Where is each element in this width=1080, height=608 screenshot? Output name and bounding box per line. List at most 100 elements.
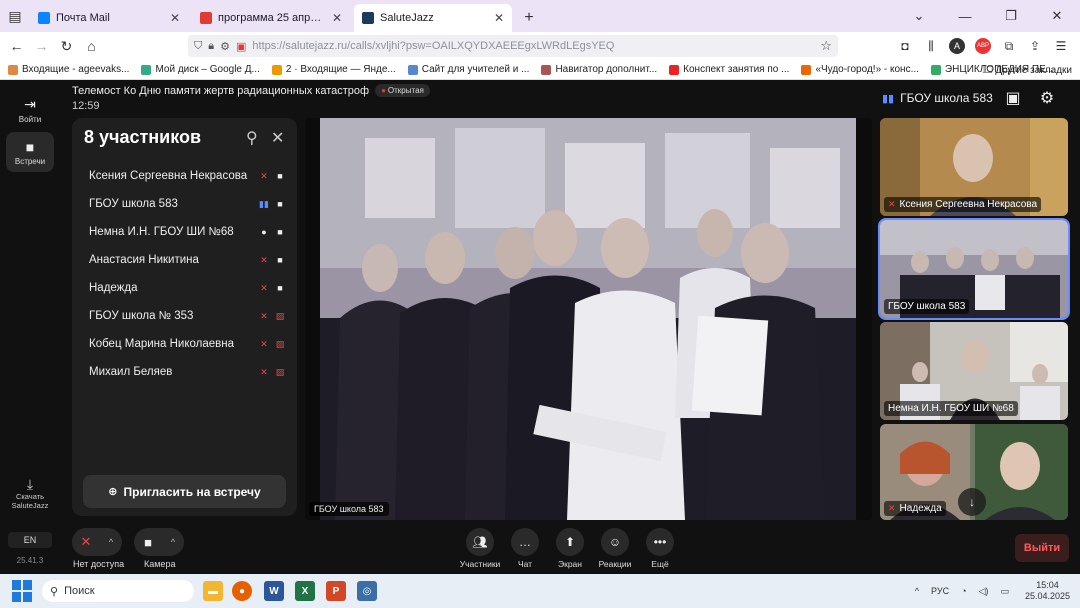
file-explorer-icon[interactable]: ▬ bbox=[203, 581, 223, 601]
participant-row[interactable]: ГБОУ школа № 353 ✕ ▨ bbox=[72, 302, 297, 330]
download-app-button[interactable]: ⤓ Скачать SaluteJazz bbox=[4, 476, 56, 510]
bookmark-item[interactable]: «Чудо-город!» - конс... bbox=[801, 64, 919, 75]
bookmark-favicon-icon bbox=[541, 64, 552, 75]
close-tab-icon[interactable]: ✕ bbox=[332, 11, 342, 25]
home-icon[interactable]: ⌂ bbox=[79, 32, 104, 60]
account-icon[interactable]: A bbox=[949, 38, 965, 54]
download-icon: ⤓ bbox=[26, 476, 34, 492]
mic-label: Нет доступа bbox=[73, 559, 125, 569]
mic-control[interactable]: ✕ ^ bbox=[72, 528, 122, 556]
minimize-icon[interactable]: — bbox=[942, 0, 988, 32]
close-tab-icon[interactable]: ✕ bbox=[494, 11, 504, 25]
reload-icon[interactable]: ↻ bbox=[54, 32, 79, 60]
menu-icon[interactable]: ☰ bbox=[1048, 39, 1074, 53]
participant-thumbnail[interactable]: ✕ Ксения Сергеевна Некрасова bbox=[880, 118, 1068, 216]
video-camera-icon[interactable]: ■ bbox=[134, 535, 162, 550]
word-icon[interactable]: W bbox=[264, 581, 284, 601]
participant-row[interactable]: Кобец Марина Николаевна ✕ ▨ bbox=[72, 330, 297, 358]
back-icon[interactable]: ← bbox=[4, 32, 29, 60]
mic-off-icon[interactable]: ✕ bbox=[72, 534, 100, 550]
participants-count-title: 8 участников bbox=[84, 127, 202, 147]
mic-off-icon: ✕ bbox=[260, 282, 268, 293]
leave-button[interactable]: Выйти bbox=[1015, 534, 1069, 562]
close-tab-icon[interactable]: ✕ bbox=[170, 11, 180, 25]
app-icon[interactable]: ◎ bbox=[357, 581, 377, 601]
bookmark-item[interactable]: Мой диск – Google Д... bbox=[141, 64, 260, 75]
firefox-icon[interactable]: ● bbox=[232, 581, 252, 601]
enter-icon: ⇥ bbox=[24, 96, 36, 112]
invite-button[interactable]: ⊕ Пригласить на встречу bbox=[83, 475, 286, 508]
wifi-icon[interactable]: ◔ bbox=[961, 586, 966, 596]
bookmark-item[interactable]: Входящие - ageevaks... bbox=[8, 64, 129, 75]
search-icon[interactable]: ⚲ bbox=[246, 128, 258, 148]
permissions-icon[interactable]: ⚙ bbox=[220, 40, 230, 53]
participant-thumbnail[interactable]: Немна И.Н. ГБОУ ШИ №68 bbox=[880, 322, 1068, 420]
adblock-icon[interactable]: ABP bbox=[975, 38, 991, 54]
lock-icon[interactable]: 🔒︎ bbox=[208, 40, 214, 53]
shield-icon[interactable]: ⛉ bbox=[194, 40, 202, 53]
share-icon[interactable]: ⇪ bbox=[1022, 39, 1048, 53]
powerpoint-icon[interactable]: P bbox=[326, 581, 346, 601]
bookmark-item[interactable]: Сайт для учителей и ... bbox=[407, 64, 529, 75]
chevron-up-icon[interactable]: ^ bbox=[100, 537, 122, 547]
bookmark-star-icon[interactable]: ☆ bbox=[820, 38, 832, 54]
more-label: Ещё bbox=[651, 559, 669, 569]
tab-pdf[interactable]: программа 25 апреля.pdf / Об ✕ bbox=[192, 4, 350, 32]
close-window-icon[interactable]: ✕ bbox=[1034, 0, 1080, 32]
participant-row[interactable]: Михаил Беляев ✕ ▨ bbox=[72, 358, 297, 386]
volume-icon[interactable]: ◁) bbox=[979, 586, 989, 597]
new-tab-button[interactable]: + bbox=[516, 4, 542, 32]
input-language[interactable]: РУС bbox=[931, 586, 949, 596]
scroll-down-icon[interactable]: ↓ bbox=[958, 488, 986, 516]
excel-icon[interactable]: X bbox=[295, 581, 315, 601]
tab-salutejazz[interactable]: SalutеJazz ✕ bbox=[354, 4, 512, 32]
maximize-icon[interactable]: ❐ bbox=[988, 0, 1034, 32]
url-bar[interactable]: ⛉ 🔒︎ ⚙ ▣ https://salutejazz.ru/calls/xvl… bbox=[188, 35, 838, 57]
app-version: 25.41.3 bbox=[16, 556, 44, 565]
tab-list-icon[interactable]: ▤ bbox=[0, 0, 30, 32]
bookmark-item[interactable]: Конспект занятия по ... bbox=[669, 64, 789, 75]
mic-off-icon: ✕ bbox=[260, 170, 268, 181]
participant-row[interactable]: ГБОУ школа 583 ▮▮ ■ bbox=[72, 190, 297, 218]
camera-permission-icon[interactable]: ▣ bbox=[236, 40, 246, 53]
main-video[interactable]: ГБОУ школа 583 bbox=[305, 118, 872, 520]
pdf-favicon-icon bbox=[200, 12, 212, 24]
battery-icon[interactable]: ▭ bbox=[1000, 586, 1009, 597]
chevron-up-icon[interactable]: ^ bbox=[915, 586, 919, 596]
windows-start-icon[interactable] bbox=[12, 580, 34, 602]
bookmark-favicon-icon bbox=[141, 64, 152, 75]
participant-row[interactable]: Немна И.Н. ГБОУ ШИ №68 ● ■ bbox=[72, 218, 297, 246]
participant-row[interactable]: Анастасия Никитина ✕ ■ bbox=[72, 246, 297, 274]
clock[interactable]: 15:04 25.04.2025 bbox=[1025, 580, 1070, 602]
reactions-button[interactable]: ☺ bbox=[601, 528, 629, 556]
bookmark-item[interactable]: 2 · Входящие — Янде... bbox=[271, 64, 396, 75]
pocket-icon[interactable]: ◘ bbox=[892, 39, 918, 53]
url-text[interactable]: https://salutejazz.ru/calls/xvljhi?psw=O… bbox=[252, 40, 820, 52]
close-icon[interactable]: ✕ bbox=[271, 128, 284, 148]
tab-overflow-icon[interactable]: ⌄ bbox=[896, 0, 942, 32]
enter-button[interactable]: ⇥ Войти bbox=[6, 90, 54, 130]
chevron-up-icon[interactable]: ^ bbox=[162, 537, 184, 547]
bookmark-item[interactable]: Навигатор дополнит... bbox=[541, 64, 657, 75]
participants-button[interactable]: 👥︎ bbox=[466, 528, 494, 556]
other-bookmarks[interactable]: 🗀︎ Другие закладки bbox=[983, 63, 1072, 80]
language-toggle[interactable]: EN bbox=[8, 532, 52, 548]
participant-thumbnail[interactable]: ГБОУ школа 583 bbox=[878, 218, 1070, 320]
screen-share-button[interactable]: ⬆ bbox=[556, 528, 584, 556]
more-button[interactable]: ••• bbox=[646, 528, 674, 556]
participant-row[interactable]: Надежда ✕ ■ bbox=[72, 274, 297, 302]
library-icon[interactable]: ⫼ bbox=[918, 39, 944, 54]
extensions-icon[interactable]: ⧉ bbox=[996, 39, 1022, 54]
forward-icon[interactable]: → bbox=[29, 32, 54, 60]
meetings-button[interactable]: ■ Встречи bbox=[6, 132, 54, 172]
users-icon: 👥︎ bbox=[472, 535, 488, 549]
mail-favicon-icon bbox=[38, 12, 50, 24]
camera-control[interactable]: ■ ^ bbox=[134, 528, 184, 556]
bookmark-favicon-icon bbox=[407, 64, 418, 75]
participant-row[interactable]: Ксения Сергеевна Некрасова ✕ ■ bbox=[72, 162, 297, 190]
taskbar-search[interactable]: ⚲ Поиск bbox=[42, 580, 194, 602]
settings-gear-icon[interactable]: ⚙ bbox=[1030, 88, 1064, 108]
chat-button[interactable]: … bbox=[511, 528, 539, 556]
tab-mail[interactable]: Почта Mail ✕ bbox=[30, 4, 188, 32]
layout-icon[interactable]: ▣ bbox=[996, 88, 1030, 108]
